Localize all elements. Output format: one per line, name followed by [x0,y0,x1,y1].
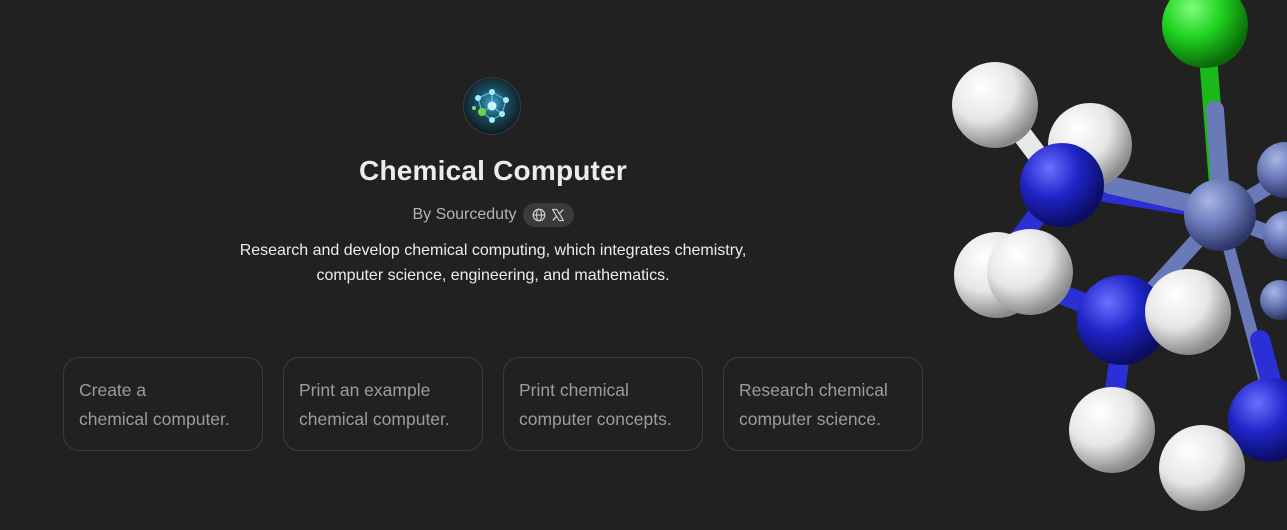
starter-text: chemical computer. [79,409,230,429]
globe-icon[interactable] [532,208,546,222]
description-line: computer science, engineering, and mathe… [316,267,670,284]
author-name: By Sourceduty [412,206,517,223]
starter-text: Create a [79,380,147,400]
x-icon[interactable] [551,208,565,222]
starter-text: Print chemical [519,380,629,400]
starter-card-concepts[interactable]: Print chemical computer concepts. [503,357,703,451]
starter-card-example[interactable]: Print an example chemical computer. [283,357,483,451]
starter-card-research[interactable]: Research chemical computer science. [723,357,923,451]
gpt-hero: Chemical Computer By Sourceduty Research… [0,0,986,530]
gpt-title: Chemical Computer [359,155,627,186]
description-line: Research and develop chemical computing,… [239,242,747,259]
gpt-description: Research and develop chemical computing,… [200,238,786,288]
chemical-network-avatar-icon [464,78,520,134]
starter-text: computer science. [739,409,882,429]
social-links [522,203,574,227]
author-byline: By Sourceduty [0,203,986,227]
starter-text: Research chemical [739,380,888,400]
starter-card-create[interactable]: Create a chemical computer. [63,357,263,451]
ball-and-stick-molecule-image [952,0,1287,511]
starter-text: chemical computer. [299,409,450,429]
starter-text: computer concepts. [519,409,672,429]
gpt-avatar [463,77,521,135]
gpt-landing-page: Chemical Computer By Sourceduty Research… [0,0,1287,530]
starter-text: Print an example [299,380,431,400]
molecule-illustration [930,0,1287,530]
